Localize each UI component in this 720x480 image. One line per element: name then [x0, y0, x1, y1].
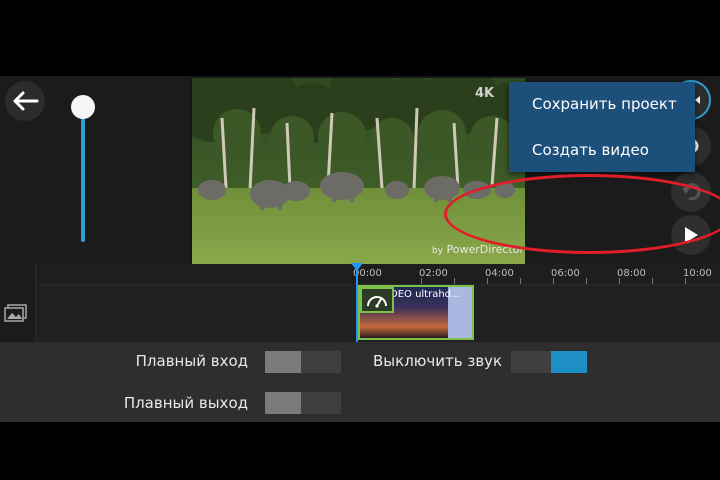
image-track-icon [4, 304, 27, 322]
mute-toggle[interactable] [511, 351, 587, 373]
mute-label: Выключить звук [373, 352, 503, 370]
speed-badge[interactable] [360, 287, 394, 313]
menu-item-create-video[interactable]: Создать видео [509, 128, 695, 172]
clip-title: DEO ultrahd... [390, 289, 461, 300]
left-panel [0, 76, 190, 264]
arrow-left-icon [13, 91, 39, 111]
tick-mark [487, 278, 488, 284]
toggle-knob [265, 351, 301, 373]
volume-slider-thumb[interactable] [71, 95, 95, 119]
volume-slider-track[interactable] [81, 110, 85, 242]
time-ruler[interactable]: 00:00 02:00 04:00 06:00 08:00 10:00 [36, 264, 720, 285]
editor-screen: 4K by PowerDirector Сохранить проект Соз… [0, 76, 720, 422]
fade-in-toggle[interactable] [265, 351, 341, 373]
playhead-handle[interactable] [351, 263, 363, 271]
video-clip[interactable]: DEO ultrahd... [358, 285, 474, 340]
toggle-knob [265, 392, 301, 414]
fade-in-label: Плавный вход [135, 352, 248, 370]
project-menu: Сохранить проект Создать видео [509, 82, 695, 172]
highlight-annotation [444, 174, 720, 254]
fade-out-toggle[interactable] [265, 392, 341, 414]
playhead[interactable] [356, 264, 358, 344]
tick-mark [652, 278, 653, 284]
tick-mark [454, 278, 455, 284]
track-header [0, 264, 36, 342]
toggle-knob [551, 351, 587, 373]
speedometer-icon [367, 296, 387, 308]
tick-mark [586, 278, 587, 284]
tick-mark [553, 278, 554, 284]
resolution-badge: 4K [475, 86, 495, 101]
clip-options-panel: Плавный вход Плавный выход Выключить зву… [0, 342, 720, 422]
tick-label: 02:00 [419, 268, 448, 279]
tick-mark [619, 278, 620, 284]
tick-mark [421, 278, 422, 284]
watermark-prefix: by [432, 246, 444, 256]
tick-mark [685, 278, 686, 284]
tick-label: 08:00 [617, 268, 646, 279]
tick-label: 06:00 [551, 268, 580, 279]
back-button[interactable] [5, 81, 45, 121]
tick-label: 10:00 [683, 268, 712, 279]
timeline[interactable]: 00:00 02:00 04:00 06:00 08:00 10:00 DEO … [0, 263, 720, 344]
menu-item-save-project[interactable]: Сохранить проект [509, 82, 695, 126]
tick-label: 04:00 [485, 268, 514, 279]
tick-mark [520, 278, 521, 284]
fade-out-label: Плавный выход [123, 394, 248, 412]
